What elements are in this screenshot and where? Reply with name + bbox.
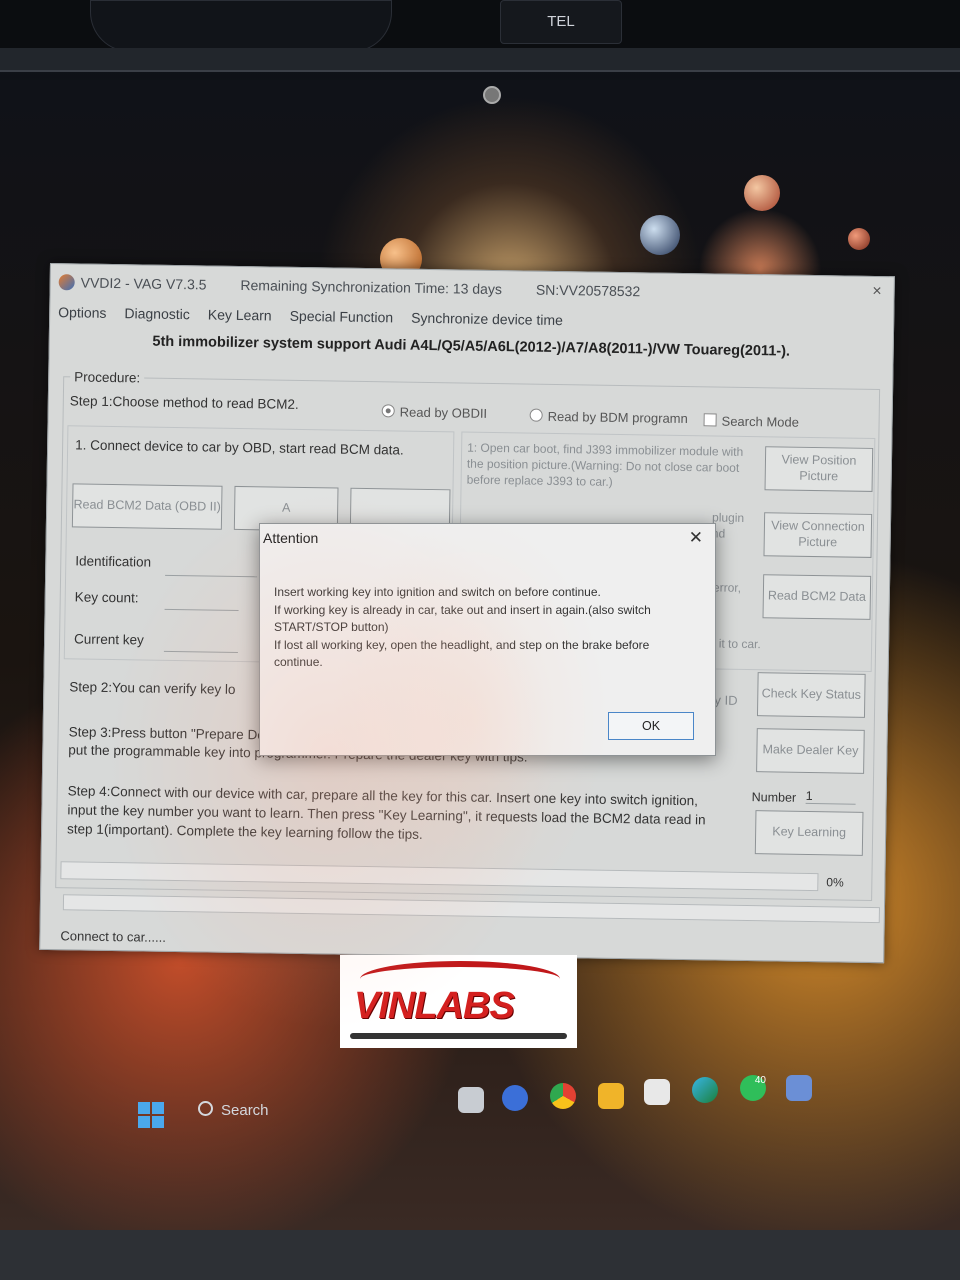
vinlabs-watermark: VINLABS (340, 955, 577, 1048)
current-key-label: Current key (73, 631, 144, 648)
progress-percent: 0% (826, 875, 844, 890)
dialog-title: Attention (263, 530, 319, 546)
dialog-message: Insert working key into ignition and swi… (274, 584, 694, 672)
support-banner: 5th immobilizer system support Audi A4L/… (152, 333, 791, 360)
close-icon[interactable]: ✕ (689, 528, 703, 548)
planet-decoration (640, 215, 680, 255)
laptop-bottom-bezel (0, 1230, 960, 1280)
progress-bar (60, 861, 819, 892)
close-icon[interactable]: × (872, 283, 882, 301)
logo-base (350, 1033, 567, 1039)
store-icon[interactable] (644, 1079, 670, 1105)
radio-read-bdm[interactable]: Read by BDM programn (529, 408, 688, 426)
sync-time: Remaining Synchronization Time: 13 days (240, 276, 503, 298)
bdm-instruction: 1: Open car boot, find J393 immobilizer … (466, 440, 744, 490)
menu-key-learn[interactable]: Key Learn (208, 306, 272, 323)
radio-selected-icon (381, 404, 395, 418)
procedure-label: Procedure: (70, 369, 145, 386)
teams-icon[interactable] (502, 1085, 528, 1111)
serial-number: SN:VV20578532 (535, 281, 641, 300)
make-dealer-key-button[interactable]: Make Dealer Key (756, 728, 865, 774)
identification-label: Identification (75, 553, 152, 570)
air-vent (90, 0, 392, 52)
view-connection-picture-button[interactable]: View Connection Picture (763, 512, 873, 558)
menu-diagnostic[interactable]: Diagnostic (124, 305, 190, 322)
read-bcm2-obd-button[interactable]: Read BCM2 Data (OBD II) (71, 483, 223, 530)
ok-button[interactable]: OK (608, 712, 694, 740)
status-text: Connect to car...... (60, 928, 167, 945)
dialog-line-3: If lost all working key, open the headli… (274, 637, 650, 670)
check-key-status-button[interactable]: Check Key Status (756, 672, 866, 718)
search-mode-checkbox[interactable]: Search Mode (703, 413, 799, 430)
task-view-icon[interactable] (458, 1087, 484, 1113)
windows-taskbar: Search 40 (120, 1075, 840, 1135)
bdm-step4-partial: t it to car. (711, 636, 761, 652)
tel-button: TEL (500, 0, 622, 44)
radio-icon (529, 408, 543, 422)
window-title: VVDI2 - VAG V7.3.5 (80, 274, 207, 293)
whatsapp-icon[interactable]: 40 (740, 1075, 766, 1101)
key-count-label: Key count: (74, 589, 139, 606)
step4-label: Step 4:Connect with our device with car,… (66, 783, 706, 842)
app-icon-misc[interactable] (786, 1075, 812, 1101)
view-position-picture-button[interactable]: View Position Picture (764, 446, 874, 492)
watermark-text: VINLABS (354, 985, 515, 1027)
radio-read-obd[interactable]: Read by OBDII (381, 404, 487, 421)
bdm-step3-partial: error, (712, 580, 742, 595)
number-input[interactable]: 1 (805, 788, 856, 805)
read-bcm2-data-button[interactable]: Read BCM2 Data (762, 574, 872, 620)
dialog-line-1: Insert working key into ignition and swi… (274, 585, 601, 599)
key-learning-button[interactable]: Key Learning (754, 810, 864, 856)
attention-dialog: Attention ✕ Insert working key into igni… (259, 523, 716, 756)
edge-icon[interactable] (692, 1077, 718, 1103)
step2-label: Step 2:You can verify key lo (69, 679, 236, 697)
checkbox-icon (703, 413, 717, 427)
laptop-bezel (0, 48, 960, 72)
menu-special-function[interactable]: Special Function (290, 308, 394, 326)
file-explorer-icon[interactable] (598, 1083, 624, 1109)
app-icon (58, 274, 75, 291)
taskbar-search[interactable]: Search (198, 1101, 269, 1119)
number-label: Number (751, 790, 797, 805)
planet-decoration (744, 175, 780, 211)
step1-label: Step 1:Choose method to read BCM2. (69, 393, 299, 412)
menu-options[interactable]: Options (58, 304, 106, 321)
planet-decoration (848, 228, 870, 250)
bdm-step2-partial: plugin (711, 510, 745, 525)
dialog-line-2: If working key is already in car, take o… (274, 602, 651, 635)
search-icon (198, 1101, 213, 1116)
menu-sync-time[interactable]: Synchronize device time (411, 310, 563, 328)
webcam (483, 86, 501, 104)
windows-start-icon[interactable] (138, 1102, 164, 1128)
chrome-icon[interactable] (550, 1083, 576, 1109)
